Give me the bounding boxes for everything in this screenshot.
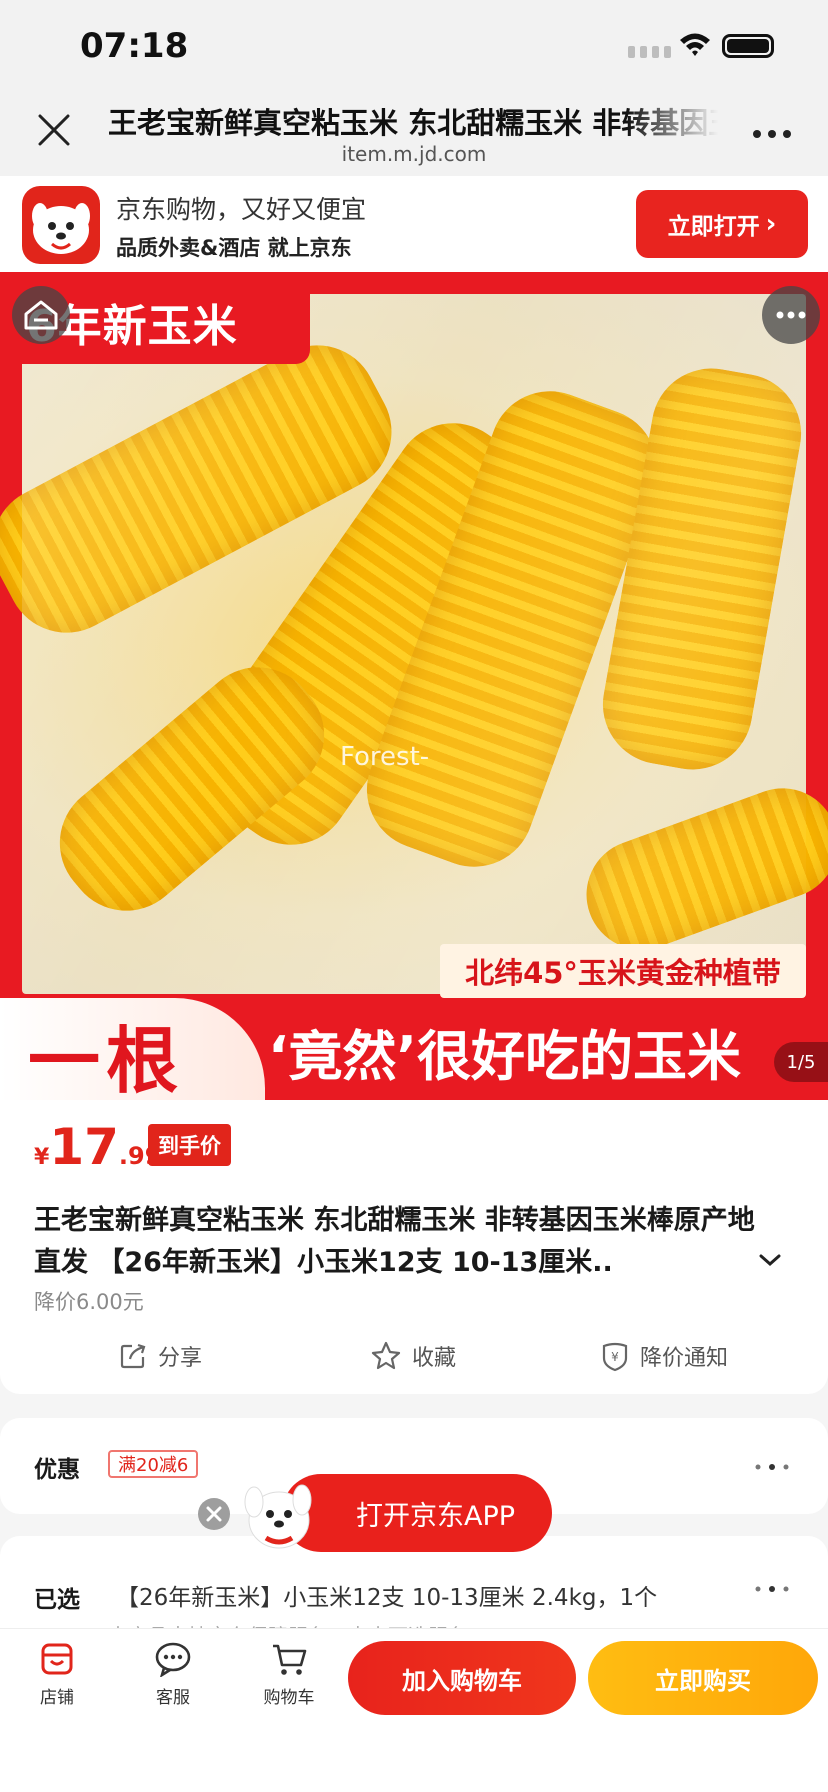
carousel-page-indicator: 1/5 [774,1042,828,1082]
jd-logo [22,186,100,264]
add-to-cart-button[interactable]: 加入购物车 [348,1641,576,1715]
product-price: ¥17.99 [34,1118,161,1176]
final-price-badge: 到手价 [148,1124,231,1166]
shop-icon [41,1643,73,1675]
share-button[interactable]: 分享 [118,1338,202,1374]
share-icon [120,1343,146,1369]
bottom-action-bar: 店铺 客服 购物车 加入购物车 立即购买 [0,1628,828,1792]
price-alert-label: 降价通知 [640,1346,729,1371]
more-icon[interactable] [752,1584,792,1594]
price-currency: ¥ [34,1145,50,1170]
customer-service-label: 客服 [156,1688,190,1708]
share-label: 分享 [158,1346,203,1371]
hero-origin-band: 北纬45°玉米黄金种植带 [440,944,806,998]
chevron-down-icon[interactable] [756,1246,784,1274]
more-icon[interactable] [752,128,792,140]
cart-icon [273,1644,307,1675]
shop-label: 店铺 [40,1688,74,1708]
hero-slogan: ‘竟然’很好吃的玉米 [268,1025,742,1088]
open-jd-app-button[interactable]: 打开京东APP [282,1474,552,1552]
home-icon[interactable] [12,286,70,344]
status-bar: 07:18 [0,0,828,90]
coupon-badge: 满20减6 [108,1450,199,1478]
customer-service-button[interactable]: 客服 [128,1641,218,1708]
star-icon [371,1341,401,1370]
product-image-carousel[interactable]: 6年新玉米 Forest- 北纬45°玉米黄金种植带 一根 ‘竟然’很好吃的玉米… [0,272,828,1100]
more-options-icon[interactable] [762,286,820,344]
favorite-button[interactable]: 收藏 [370,1338,456,1374]
corn-photo [0,294,828,994]
browser-header: 王老宝新鲜真空粘玉米 东北甜糯玉米 非转基因玉米棒 item.m.jd.com [0,90,828,176]
product-title[interactable]: 王老宝新鲜真空粘玉米 东北甜糯玉米 非转基因玉米棒原产地直发 【26年新玉米】小… [34,1200,774,1284]
price-alert-icon: ¥ [602,1342,628,1372]
open-jd-app-label: 打开京东APP [356,1500,516,1532]
price-drop-note: 降价6.00元 [34,1290,144,1314]
hero-big-word: 一根 [28,1019,185,1100]
svg-text:¥: ¥ [611,1350,619,1364]
wifi-icon [680,33,710,56]
selected-label: 已选 [34,1587,80,1613]
open-app-button[interactable]: 立即打开 › [636,190,808,258]
buy-now-button[interactable]: 立即购买 [588,1641,818,1715]
cart-label: 购物车 [263,1688,315,1708]
product-info-card: ¥17.99 到手价 王老宝新鲜真空粘玉米 东北甜糯玉米 非转基因玉米棒原产地直… [0,1100,828,1394]
chevron-right-icon: › [765,209,777,239]
offer-label: 优惠 [34,1457,80,1483]
hero-slogan-band: 一根 ‘竟然’很好吃的玉米 1/5 [0,998,828,1100]
more-icon[interactable] [752,1462,792,1472]
status-time: 07:18 [80,26,189,66]
favorite-label: 收藏 [412,1346,457,1371]
close-icon[interactable] [198,1498,230,1530]
open-app-label: 立即打开 [667,214,760,240]
image-watermark: Forest- [340,742,430,772]
banner-tagline: 京东购物，又好又便宜 [116,195,367,224]
banner-subtitle: 品质外卖&酒店 就上京东 [116,236,352,260]
price-integer: 17 [49,1118,119,1176]
price-alert-button[interactable]: ¥ 降价通知 [600,1338,728,1374]
selected-value: 【26年新玉米】小玉米12支 10-13厘米 2.4kg，1个 [116,1585,658,1611]
page-url: item.m.jd.com [341,142,487,166]
app-download-banner[interactable]: 京东购物，又好又便宜 品质外卖&酒店 就上京东 立即打开 › [0,176,828,272]
battery-icon [722,34,774,58]
chat-icon [155,1642,191,1677]
page-title: 王老宝新鲜真空粘玉米 东北甜糯玉米 非转基因玉米棒 [108,106,718,140]
shop-button[interactable]: 店铺 [12,1641,102,1708]
jd-mascot-icon [244,1484,312,1549]
cart-button[interactable]: 购物车 [244,1641,334,1708]
